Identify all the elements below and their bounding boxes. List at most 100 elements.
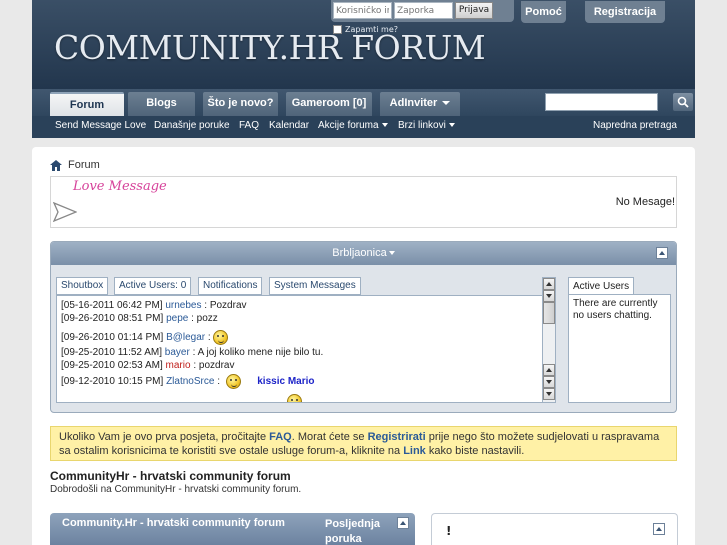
breadcrumb-forum[interactable]: Forum <box>68 159 100 171</box>
shout-user[interactable]: urnebes <box>165 300 201 311</box>
scroll-up-icon[interactable] <box>543 278 555 290</box>
shout-message: [09-25-2010 02:53 AM] mario : pozdrav <box>61 360 235 371</box>
shout-user[interactable]: B@legar <box>166 332 205 343</box>
smiley-icon <box>225 374 241 389</box>
collapse-icon[interactable] <box>656 247 668 259</box>
tab-gameroom-label: Gameroom [0] <box>291 97 367 109</box>
search-button[interactable] <box>673 93 693 111</box>
shoutbox-header[interactable]: Brbljaonica <box>51 242 676 265</box>
main-navbar: Forum Blogs Što je novo? Gameroom [0] Ad… <box>32 89 695 116</box>
chevron-down-icon <box>388 251 395 256</box>
subnav-forum-actions-label: Akcije foruma <box>318 120 379 131</box>
smiley-icon <box>213 330 229 345</box>
shoutbox-scrollbar[interactable] <box>542 277 556 403</box>
welcome-notice: Ukoliko Vam je ovo prva posjeta, pročita… <box>50 426 677 461</box>
help-button[interactable]: Pomoć <box>521 1 566 23</box>
shout-message: [09-25-2010 11:52 AM] bayer : A joj koli… <box>61 347 324 358</box>
breadcrumb: Forum <box>50 159 100 171</box>
scroll-down-icon[interactable] <box>543 388 555 400</box>
remember-me[interactable]: Zapamti me? <box>333 25 398 34</box>
continue-link[interactable]: Link <box>403 445 426 457</box>
search-input[interactable] <box>545 93 658 111</box>
sidebar-block-title: ! <box>446 524 452 538</box>
subnav-calendar[interactable]: Kalendar <box>269 120 309 131</box>
love-message-text: No Mesage! <box>615 196 675 208</box>
tab-whats-new[interactable]: Što je novo? <box>203 92 278 116</box>
subnav-quick-links[interactable]: Brzi linkovi <box>398 120 455 131</box>
tab-notifications[interactable]: Notifications <box>198 277 263 295</box>
notice-text: Ukoliko Vam je ovo prva posjeta, pročita… <box>59 431 270 443</box>
chevron-down-icon <box>442 101 451 106</box>
tab-forum-label: Forum <box>69 99 105 111</box>
scroll-down-icon[interactable] <box>543 376 555 388</box>
tab-gameroom[interactable]: Gameroom [0] <box>286 92 372 116</box>
collapse-icon[interactable] <box>653 523 665 535</box>
category-title[interactable]: Community.Hr - hrvatski community forum <box>62 517 285 529</box>
shoutbox-panel: Brbljaonica Shoutbox Active Users: 0 Not… <box>50 241 677 413</box>
shout-time: [05-16-2011 06:42 PM] <box>61 300 163 311</box>
shout-user[interactable]: mario <box>166 360 191 371</box>
home-icon[interactable] <box>50 159 62 171</box>
shout-time: [09-25-2010 11:52 AM] <box>61 347 162 358</box>
subnav-send-message-love[interactable]: Send Message Love <box>55 120 146 131</box>
shout-time: [09-26-2010 08:51 PM] <box>61 313 164 324</box>
chevron-down-icon <box>448 123 455 128</box>
forum-category-header: Community.Hr - hrvatski community forum … <box>50 513 415 545</box>
subnav-faq[interactable]: FAQ <box>239 120 259 131</box>
faq-link[interactable]: FAQ <box>269 431 292 443</box>
scroll-down-icon[interactable] <box>543 290 555 302</box>
tab-active-users[interactable]: Active Users: 0 <box>114 277 192 295</box>
tab-active-users-label: Active Users <box>119 280 176 291</box>
last-post-column: Posljednja poruka <box>325 517 380 545</box>
love-message-title: Love Message <box>73 179 167 194</box>
send-arrow-icon <box>53 202 77 222</box>
site-header: COMMUNITY.HR FORUM Prijava Zapamti me? P… <box>32 0 695 89</box>
advanced-search-link[interactable]: Napredna pretraga <box>593 120 677 131</box>
shout-user[interactable]: bayer <box>165 347 190 358</box>
shout-time: [09-26-2010 01:14 PM] <box>61 332 164 344</box>
forum-description: Dobrodošli na CommunityHr - hrvatski com… <box>50 484 302 495</box>
username-input[interactable] <box>333 2 392 19</box>
remember-me-label: Zapamti me? <box>345 25 399 34</box>
shout-time: [09-12-2010 10:15 PM] <box>61 376 164 388</box>
sub-navbar: Send Message Love Današnje poruke FAQ Ka… <box>32 116 695 138</box>
active-users-count: 0 <box>180 280 187 291</box>
shout-message: [09-12-2010 10:15 PM] ZlatnoSrce : kissi… <box>61 374 315 389</box>
register-button[interactable]: Registracija <box>585 1 665 23</box>
tab-blogs[interactable]: Blogs <box>128 92 195 116</box>
forum-title: CommunityHr - hrvatski community forum <box>50 469 291 483</box>
password-input[interactable] <box>394 2 453 19</box>
subnav-forum-actions[interactable]: Akcije foruma <box>318 120 388 131</box>
search-icon <box>677 96 689 108</box>
shout-user[interactable]: pepe <box>166 313 188 324</box>
register-link[interactable]: Registrirati <box>368 431 426 443</box>
smiley-icon <box>287 394 302 402</box>
last-post-line1: Posljednja <box>325 518 381 530</box>
tab-adinviter[interactable]: AdInviter <box>380 92 460 116</box>
shout-text: pozdrav <box>198 360 235 371</box>
site-logo[interactable]: COMMUNITY.HR FORUM <box>54 28 486 67</box>
notice-text: . Morat ćete se <box>291 431 368 443</box>
subnav-todays-posts[interactable]: Današnje poruke <box>154 120 230 131</box>
shout-text: pozz <box>196 313 218 324</box>
love-message-box: Love Message No Mesage! <box>50 176 677 228</box>
notice-text: kako biste nastavili. <box>425 445 525 457</box>
active-users-panel-tab[interactable]: Active Users <box>568 277 634 295</box>
scroll-thumb[interactable] <box>543 302 555 324</box>
shoutbox-messages[interactable]: [05-16-2011 06:42 PM] urnebes : Pozdrav … <box>56 295 543 403</box>
subnav-quick-links-label: Brzi linkovi <box>398 120 446 131</box>
shout-user[interactable]: ZlatnoSrce <box>166 376 214 387</box>
shout-time: [09-25-2010 02:53 AM] <box>61 360 163 371</box>
remember-me-checkbox[interactable] <box>333 25 342 34</box>
tab-forum[interactable]: Forum <box>50 92 124 116</box>
tab-shoutbox[interactable]: Shoutbox <box>56 277 109 295</box>
active-users-panel: There are currently no users chatting. <box>568 294 671 403</box>
tab-blogs-label: Blogs <box>146 97 177 109</box>
tab-system-messages[interactable]: System Messages <box>269 277 361 295</box>
shout-text: A joj koliko mene nije bilo tu. <box>197 347 324 358</box>
shout-message-partial <box>61 394 302 402</box>
login-button[interactable]: Prijava <box>455 2 493 19</box>
scroll-up-icon[interactable] <box>543 364 555 376</box>
shout-message: [09-26-2010 01:14 PM] B@legar : <box>61 330 229 345</box>
collapse-icon[interactable] <box>397 517 409 529</box>
